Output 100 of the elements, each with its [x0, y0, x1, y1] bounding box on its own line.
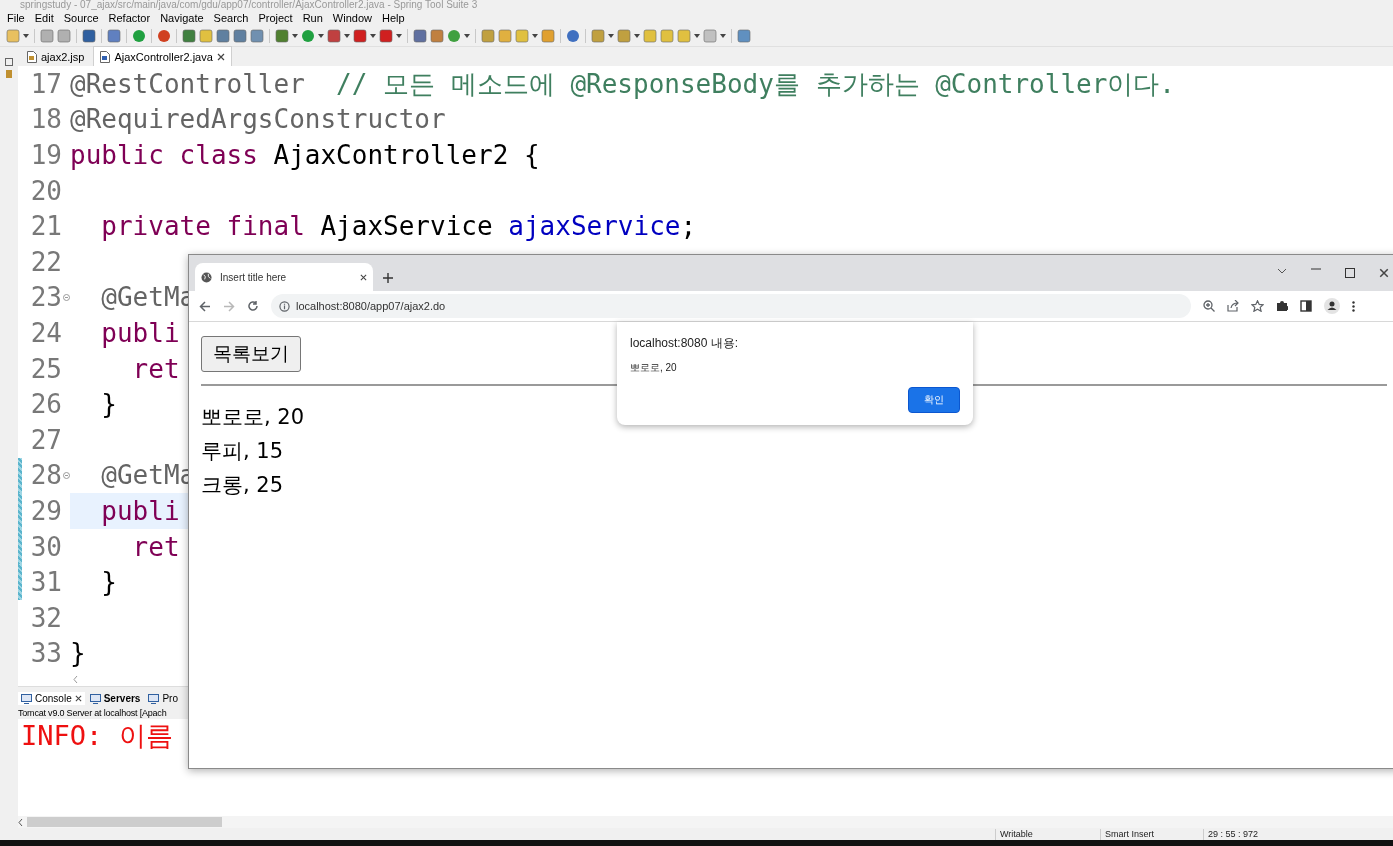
address-bar[interactable]: localhost:8080/app07/ajax2.do — [271, 294, 1191, 318]
code-line: ret — [131, 352, 180, 385]
caret-icon[interactable] — [720, 34, 726, 38]
line-number: 24 — [29, 316, 62, 349]
close-icon[interactable] — [74, 695, 82, 702]
reload-icon[interactable] — [247, 300, 259, 312]
caret-icon[interactable] — [396, 34, 402, 38]
list-item: 뽀로로, 20 — [201, 404, 305, 431]
menu-item[interactable]: Source — [58, 12, 104, 24]
menu-item[interactable]: Search — [208, 12, 254, 24]
square-icon[interactable] — [216, 29, 230, 43]
close-icon[interactable] — [360, 273, 367, 281]
square-icon[interactable] — [327, 29, 341, 43]
close-icon[interactable] — [216, 52, 225, 61]
caret-icon[interactable] — [318, 34, 324, 38]
zoom-icon[interactable] — [1203, 300, 1215, 312]
square-icon[interactable] — [275, 29, 289, 43]
share-icon[interactable] — [1227, 300, 1239, 312]
square-icon[interactable] — [737, 29, 751, 43]
square-icon[interactable] — [250, 29, 264, 43]
square-icon[interactable] — [82, 29, 96, 43]
scrollbar-thumb[interactable] — [27, 817, 222, 827]
scroll-left-icon[interactable] — [18, 818, 23, 826]
file-icon — [27, 50, 37, 63]
profile-icon[interactable] — [1324, 298, 1340, 314]
monitor-icon — [89, 693, 101, 704]
caret-icon[interactable] — [464, 34, 470, 38]
square-icon[interactable] — [353, 29, 367, 43]
list-button[interactable]: 목록보기 — [201, 336, 301, 372]
panel-icon[interactable] — [5, 58, 13, 66]
fold-icon[interactable] — [62, 293, 70, 301]
menu-item[interactable]: Help — [377, 12, 410, 24]
caret-icon[interactable] — [370, 34, 376, 38]
code-line: } — [70, 637, 86, 670]
circle-icon[interactable] — [157, 29, 171, 43]
back-arrow-icon[interactable] — [199, 300, 211, 312]
caret-icon[interactable] — [292, 34, 298, 38]
menu-item[interactable]: Window — [327, 12, 377, 24]
console-tab[interactable]: Console — [18, 692, 85, 705]
square-icon[interactable] — [182, 29, 196, 43]
line-number: 27 — [29, 423, 62, 456]
plus-icon[interactable] — [383, 273, 393, 283]
fold-icon[interactable] — [62, 471, 70, 479]
menu-item[interactable]: Run — [297, 12, 328, 24]
line-number: 32 — [29, 601, 62, 634]
puzzle-icon[interactable] — [1276, 300, 1288, 312]
line-number: 28 — [29, 459, 62, 492]
list-item: 크롱, 25 — [201, 472, 284, 499]
browser-tab[interactable]: Insert title here — [195, 263, 373, 291]
console-output: INFO: 이름 — [20, 720, 173, 751]
scroll-left-icon[interactable] — [73, 675, 78, 683]
square-icon[interactable] — [40, 29, 54, 43]
editor-tab[interactable]: AjaxController2.java — [93, 46, 232, 66]
caret-icon[interactable] — [532, 34, 538, 38]
info-icon[interactable] — [279, 300, 290, 312]
chevron-down-icon[interactable] — [1277, 268, 1287, 274]
menu-item[interactable]: Refactor — [103, 12, 156, 24]
close-icon[interactable] — [1379, 268, 1389, 278]
circle-icon[interactable] — [132, 29, 146, 43]
line-number: 21 — [29, 210, 62, 243]
ok-button[interactable]: 확인 — [908, 387, 960, 413]
caret-icon[interactable] — [634, 34, 640, 38]
code-line: @RestController // 모든 메소드에 @ResponseBody를 추가하는 @Controller이다. — [70, 67, 1176, 100]
square-icon[interactable] — [233, 29, 247, 43]
line-number: 26 — [29, 388, 62, 421]
square-icon[interactable] — [430, 29, 444, 43]
menu-item[interactable]: File — [2, 12, 30, 24]
code-line: public class AjaxController2 { — [70, 139, 540, 171]
code-line: } — [100, 566, 117, 599]
console-tab[interactable]: Pro — [145, 692, 181, 705]
star-icon[interactable] — [1251, 300, 1264, 312]
editor-tab[interactable]: ajax2.jsp — [21, 47, 91, 66]
globe-icon — [201, 271, 212, 283]
square-icon[interactable] — [498, 29, 512, 43]
line-number: 19 — [29, 139, 62, 171]
line-number: 20 — [29, 174, 62, 207]
square-icon[interactable] — [481, 29, 495, 43]
caret-icon[interactable] — [694, 34, 700, 38]
menu-item[interactable]: Project — [253, 12, 298, 24]
caret-icon[interactable] — [344, 34, 350, 38]
caret-icon[interactable] — [23, 34, 29, 38]
console-tab[interactable]: Servers — [86, 692, 144, 705]
menu-item[interactable]: Edit — [29, 12, 59, 24]
line-number: 23 — [29, 281, 62, 314]
square-icon[interactable] — [413, 29, 427, 43]
square-icon[interactable] — [107, 29, 121, 43]
alert-title: localhost:8080 내용: — [630, 335, 740, 352]
more-icon[interactable] — [1352, 300, 1355, 312]
code-line: publi — [100, 316, 180, 349]
square-icon[interactable] — [57, 29, 71, 43]
circle-icon[interactable] — [566, 29, 580, 43]
window-title: springstudy - 07_ajax/src/main/java/com/gdu/app07/controller/AjaxController2.java - Spring Tool Suite 3 — [20, 0, 478, 10]
square-icon[interactable] — [379, 29, 393, 43]
caret-icon[interactable] — [608, 34, 614, 38]
menu-item[interactable]: Navigate — [155, 12, 209, 24]
side-panel-icon[interactable] — [1300, 300, 1312, 312]
line-number: 31 — [29, 566, 62, 599]
list-item: 루피, 15 — [201, 438, 284, 465]
maximize-icon[interactable] — [1345, 268, 1355, 278]
bookmark-icon — [5, 69, 13, 79]
